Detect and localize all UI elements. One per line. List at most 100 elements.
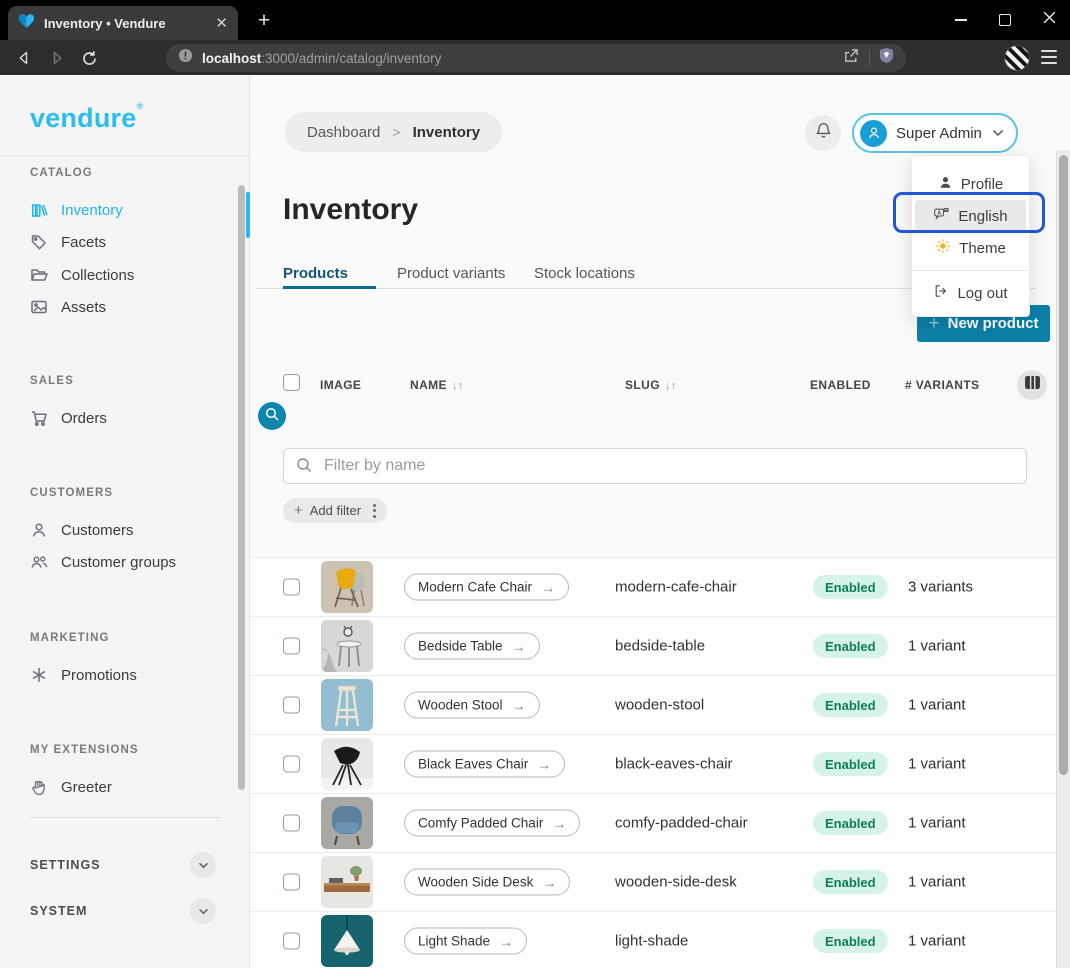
product-name-chip[interactable]: Comfy Padded Chair→	[404, 810, 580, 837]
product-image[interactable]	[321, 679, 373, 731]
sidebar-item-label: Collections	[61, 267, 134, 284]
minimize-icon[interactable]	[955, 19, 967, 21]
table-row: Modern Cafe Chair→ modern-cafe-chair Ena…	[250, 557, 1056, 616]
section-label-my-extensions: MY EXTENSIONS	[30, 744, 139, 756]
row-checkbox[interactable]	[283, 756, 300, 773]
column-header-enabled[interactable]: ENABLED	[810, 378, 871, 392]
status-badge: Enabled	[813, 811, 888, 835]
menu-item-profile[interactable]: Profile	[915, 168, 1026, 200]
column-header-image[interactable]: IMAGE	[320, 378, 361, 392]
sidebar-item-inventory[interactable]: Inventory	[30, 194, 123, 226]
browser-menu-icon[interactable]	[1041, 50, 1057, 64]
tab-products[interactable]: Products	[283, 265, 348, 282]
status-badge: Enabled	[813, 870, 888, 894]
product-name-chip[interactable]: Bedside Table→	[404, 633, 540, 660]
sidebar-item-greeter[interactable]: Greeter	[30, 771, 112, 803]
product-name-chip[interactable]: Wooden Stool→	[404, 692, 540, 719]
product-name-chip[interactable]: Light Shade→	[404, 928, 527, 955]
vendure-logo[interactable]: vendure®	[30, 101, 143, 134]
add-filter-button[interactable]: + Add filter	[283, 498, 387, 523]
product-image[interactable]	[321, 620, 373, 672]
variant-count: 3 variants	[908, 579, 973, 596]
browser-tab[interactable]: Inventory • Vendure ✕	[8, 6, 238, 40]
sidebar-item-collections[interactable]: Collections	[30, 259, 134, 291]
site-info-icon[interactable]	[178, 48, 193, 68]
sidebar-item-customers[interactable]: Customers	[30, 514, 134, 546]
product-name-chip[interactable]: Wooden Side Desk→	[404, 869, 570, 896]
close-icon[interactable]	[1043, 11, 1056, 29]
new-tab-button[interactable]: +	[250, 8, 278, 34]
sort-icon[interactable]: ↓↑	[452, 380, 464, 392]
sidebar-item-orders[interactable]: Orders	[30, 402, 107, 434]
maximize-icon[interactable]	[999, 14, 1011, 26]
sidebar-item-customer-groups[interactable]: Customer groups	[30, 546, 176, 578]
menu-item-label: Theme	[959, 240, 1006, 257]
sidebar: vendure® CATALOG Inventory Facets Collec…	[0, 75, 250, 968]
product-image[interactable]	[321, 738, 373, 790]
notifications-button[interactable]	[805, 115, 841, 151]
svg-text:A: A	[938, 211, 942, 217]
product-image[interactable]	[321, 561, 373, 613]
sidebar-scrollbar[interactable]	[238, 185, 245, 790]
forward-icon[interactable]	[47, 48, 67, 68]
page-scrollbar[interactable]	[1056, 150, 1070, 968]
menu-item-theme[interactable]: Theme	[915, 232, 1026, 264]
row-checkbox[interactable]	[283, 874, 300, 891]
back-icon[interactable]	[14, 48, 34, 68]
column-header-slug[interactable]: SLUG↓↑	[625, 378, 677, 392]
brave-shield-icon[interactable]	[879, 47, 894, 69]
sidebar-item-promotions[interactable]: Promotions	[30, 659, 137, 691]
product-slug: wooden-side-desk	[615, 874, 737, 891]
product-name-chip[interactable]: Black Eaves Chair→	[404, 751, 565, 778]
sidebar-item-label: Inventory	[61, 202, 123, 219]
url-bar[interactable]: localhost:3000/admin/catalog/inventory	[166, 44, 906, 72]
vendure-heart-icon	[18, 13, 35, 34]
product-image[interactable]	[321, 797, 373, 849]
row-checkbox[interactable]	[283, 579, 300, 596]
language-icon: A	[933, 206, 950, 226]
chevron-down-icon[interactable]	[190, 898, 216, 924]
url-divider	[869, 51, 870, 66]
filter-input[interactable]	[283, 448, 1027, 484]
sidebar-section-system[interactable]: SYSTEM	[30, 898, 216, 924]
status-badge: Enabled	[813, 634, 888, 658]
sidebar-section-settings[interactable]: SETTINGS	[30, 852, 216, 878]
menu-item-logout[interactable]: Log out	[915, 277, 1026, 309]
share-icon[interactable]	[843, 47, 860, 69]
user-menu-button[interactable]: Super Admin	[852, 113, 1018, 153]
kebab-menu-icon[interactable]	[373, 504, 376, 518]
product-name-chip[interactable]: Modern Cafe Chair→	[404, 574, 569, 601]
breadcrumb-root[interactable]: Dashboard	[307, 124, 380, 141]
sort-icon[interactable]: ↓↑	[665, 380, 677, 392]
row-checkbox[interactable]	[283, 933, 300, 950]
table-row: Comfy Padded Chair→ comfy-padded-chair E…	[250, 793, 1056, 852]
scrollbar-thumb[interactable]	[1059, 155, 1068, 775]
sidebar-item-assets[interactable]: Assets	[30, 291, 106, 323]
table-row: Bedside Table→ bedside-table Enabled 1 v…	[250, 616, 1056, 675]
tab-close-icon[interactable]: ✕	[215, 16, 228, 31]
arrow-right-icon: →	[541, 579, 555, 595]
menu-item-language[interactable]: A English	[915, 200, 1026, 232]
tab-stock-locations[interactable]: Stock locations	[534, 265, 635, 282]
breadcrumb[interactable]: Dashboard > Inventory	[285, 112, 502, 152]
product-image[interactable]	[321, 856, 373, 908]
column-settings-button[interactable]	[1017, 370, 1047, 400]
chevron-down-icon	[992, 124, 1004, 142]
row-checkbox[interactable]	[283, 697, 300, 714]
column-header-name[interactable]: NAME↓↑	[410, 378, 464, 392]
reload-icon[interactable]	[79, 48, 99, 68]
product-slug: wooden-stool	[615, 697, 704, 714]
chevron-down-icon[interactable]	[190, 852, 216, 878]
sidebar-item-label: Facets	[61, 234, 106, 251]
tab-product-variants[interactable]: Product variants	[397, 265, 505, 282]
sidebar-item-facets[interactable]: Facets	[30, 226, 106, 258]
tab-title: Inventory • Vendure	[44, 16, 206, 31]
browser-profile-avatar[interactable]	[1004, 45, 1030, 71]
select-all-checkbox[interactable]	[283, 374, 300, 391]
column-header-variants[interactable]: # VARIANTS	[905, 378, 979, 392]
add-filter-label: Add filter	[310, 503, 361, 518]
row-checkbox[interactable]	[283, 815, 300, 832]
product-image[interactable]	[321, 915, 373, 967]
search-toggle-button[interactable]	[258, 402, 286, 430]
row-checkbox[interactable]	[283, 638, 300, 655]
